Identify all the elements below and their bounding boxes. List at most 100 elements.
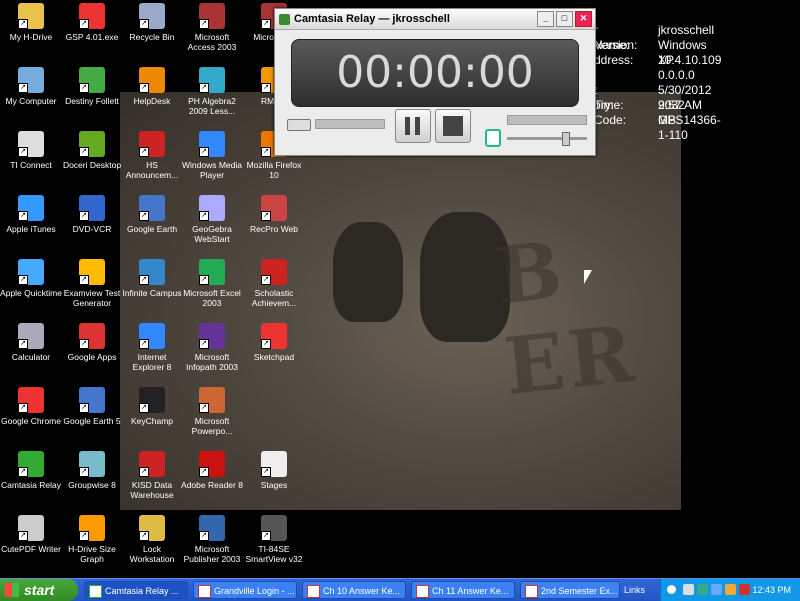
desktop-icon-my-h-drive[interactable]: ↗ My H-Drive xyxy=(0,3,62,42)
task-ch10[interactable]: Ch 10 Answer Ke... xyxy=(302,581,406,599)
desktop-icon-gsp[interactable]: ↗ GSP 4.01.exe xyxy=(61,3,123,42)
desktop-icon-ti84[interactable]: ↗ TI-84SE SmartView v32 xyxy=(243,515,305,564)
task-label: Grandville Login - ... xyxy=(214,586,295,596)
tray-app-icon[interactable] xyxy=(683,584,694,595)
stop-icon xyxy=(443,116,463,136)
desktop-icon-hs-announce[interactable]: ↗ HS Announcem... xyxy=(121,131,183,180)
taskbar-clock[interactable]: 12:43 PM xyxy=(752,579,791,601)
desktop-icon-camtasia-relay[interactable]: ↗ Camtasia Relay xyxy=(0,451,62,490)
desktop-icon-itunes[interactable]: ↗ Apple iTunes xyxy=(0,195,62,234)
desktop-icon-adobe-reader[interactable]: ↗ Adobe Reader 8 xyxy=(181,451,243,490)
wallpaper-sand-writing: B ER xyxy=(490,224,642,413)
desktop-icon-stages[interactable]: ↗ Stages xyxy=(243,451,305,490)
start-button[interactable]: start xyxy=(0,579,78,601)
tray-app-icon[interactable] xyxy=(697,584,708,595)
desktop-icon-kisd[interactable]: ↗ KISD Data Warehouse xyxy=(121,451,183,500)
tray-app-icon[interactable] xyxy=(739,584,750,595)
camtasia-relay-window[interactable]: Camtasia Relay — jkrosschell _ □ ✕ 00:00… xyxy=(274,8,596,156)
desktop-icon-dvd-vcr[interactable]: ↗ DVD-VCR xyxy=(61,195,123,234)
task-exam[interactable]: 2nd Semester Ex... xyxy=(520,581,620,599)
tray-app-icon[interactable] xyxy=(725,584,736,595)
desktop-icon-label: Internet Explorer 8 xyxy=(132,352,172,372)
desktop-icon-geogebra[interactable]: ↗ GeoGebra WebStart xyxy=(181,195,243,244)
task-camtasia[interactable]: Camtasia Relay ... xyxy=(84,581,188,599)
desktop-icon-label: Microsoft Powerpo... xyxy=(191,416,233,436)
camtasia-icon xyxy=(279,13,290,25)
desktop-icon-label: Apple iTunes xyxy=(6,224,56,234)
ti84-icon: ↗ xyxy=(261,515,287,541)
minimize-button[interactable]: _ xyxy=(537,11,554,27)
desktop-icon-google-apps[interactable]: ↗ Google Apps xyxy=(61,323,123,362)
tray-expand-icon[interactable] xyxy=(667,585,676,594)
task-ch11[interactable]: Ch 11 Answer Ke... xyxy=(411,581,515,599)
video-level-bar xyxy=(315,119,385,129)
task-grandville[interactable]: Grandville Login - ... xyxy=(193,581,297,599)
desktop-icon-scholastic[interactable]: ↗ Scholastic Achievem... xyxy=(243,259,305,308)
task-label: 2nd Semester Ex... xyxy=(541,586,618,596)
sysinfo-label: ory: xyxy=(594,98,615,112)
start-label: start xyxy=(24,582,55,598)
desktop-icon-recpro[interactable]: ↗ RecPro Web xyxy=(243,195,305,234)
desktop-icon-google-earth[interactable]: ↗ Google Earth xyxy=(121,195,183,234)
links-toolbar[interactable]: Links xyxy=(624,579,645,601)
desktop-icon-helpdesk[interactable]: ↗ HelpDesk xyxy=(121,67,183,106)
shortcut-arrow-icon: ↗ xyxy=(79,531,89,541)
desktop-icon-chrome[interactable]: ↗ Google Chrome xyxy=(0,387,62,426)
desktop-icon-wmp[interactable]: ↗ Windows Media Player xyxy=(181,131,243,180)
desktop-icon-recycle-bin[interactable]: ↗ Recycle Bin xyxy=(121,3,183,42)
mouse-cursor xyxy=(584,270,592,284)
system-tray: 12:43 PM xyxy=(660,579,800,601)
desktop-icon-calculator[interactable]: ↗ Calculator xyxy=(0,323,62,362)
desktop-icon-ms-infopath[interactable]: ↗ Microsoft Infopath 2003 xyxy=(181,323,243,372)
desktop-icon-label: TI-84SE SmartView v32 xyxy=(245,544,303,564)
desktop-icon-label: CutePDF Writer xyxy=(1,544,61,554)
my-h-drive-icon: ↗ xyxy=(18,3,44,29)
desktop-icon-my-computer[interactable]: ↗ My Computer xyxy=(0,67,62,106)
desktop-icon-infinite-campus[interactable]: ↗ Infinite Campus xyxy=(121,259,183,298)
tray-app-icon[interactable] xyxy=(711,584,722,595)
desktop-icon-destiny[interactable]: ↗ Destiny Follett xyxy=(61,67,123,106)
desktop-icon-h-drive-size[interactable]: ↗ H-Drive Size Graph xyxy=(61,515,123,564)
shortcut-arrow-icon: ↗ xyxy=(18,275,28,285)
mic-volume-slider[interactable] xyxy=(507,132,587,146)
shortcut-arrow-icon: ↗ xyxy=(139,339,149,349)
infinite-campus-icon: ↗ xyxy=(139,259,165,285)
mic-volume-thumb[interactable] xyxy=(562,132,570,146)
maximize-button[interactable]: □ xyxy=(556,11,573,27)
recycle-bin-icon: ↗ xyxy=(139,3,165,29)
desktop-icon-quicktime[interactable]: ↗ Apple Quicktime xyxy=(0,259,62,298)
desktop-icon-lock-workstation[interactable]: ↗ Lock Workstation xyxy=(121,515,183,564)
dvd-vcr-icon: ↗ xyxy=(79,195,105,221)
close-button[interactable]: ✕ xyxy=(575,11,592,27)
desktop-icon-label: Recycle Bin xyxy=(129,32,175,42)
desktop-icon-label: Scholastic Achievem... xyxy=(251,288,297,308)
desktop-icon-label: Windows Media Player xyxy=(182,160,242,180)
desktop-icon-ms-access[interactable]: ↗ Microsoft Access 2003 xyxy=(181,3,243,52)
desktop-icon-sketchpad[interactable]: ↗ Sketchpad xyxy=(243,323,305,362)
shortcut-arrow-icon: ↗ xyxy=(139,275,149,285)
stages-icon: ↗ xyxy=(261,451,287,477)
desktop-icon-doceri[interactable]: ↗ Doceri Desktop xyxy=(61,131,123,170)
shortcut-arrow-icon: ↗ xyxy=(79,339,89,349)
pause-button[interactable] xyxy=(395,109,431,143)
desktop-icon-ms-publisher[interactable]: ↗ Microsoft Publisher 2003 xyxy=(181,515,243,564)
ms-access-icon: ↗ xyxy=(199,3,225,29)
desktop-icon-google-earth-5[interactable]: ↗ Google Earth 5 xyxy=(61,387,123,426)
chrome-icon: ↗ xyxy=(18,387,44,413)
examview-icon: ↗ xyxy=(79,259,105,285)
desktop-icon-ie8[interactable]: ↗ Internet Explorer 8 xyxy=(121,323,183,372)
desktop-icon-groupwise[interactable]: ↗ Groupwise 8 xyxy=(61,451,123,490)
desktop-icon-cutepdf[interactable]: ↗ CutePDF Writer xyxy=(0,515,62,554)
sysinfo-value: 0.0.0.0 xyxy=(658,68,695,82)
desktop-icon-ph-algebra[interactable]: ↗ PH Algebra2 2009 Less... xyxy=(181,67,243,116)
stop-button[interactable] xyxy=(435,109,471,143)
desktop-icon-ti-connect[interactable]: ↗ TI Connect xyxy=(0,131,62,170)
desktop-icon-ms-excel[interactable]: ↗ Microsoft Excel 2003 xyxy=(181,259,243,308)
window-titlebar[interactable]: Camtasia Relay — jkrosschell _ □ ✕ xyxy=(275,9,595,30)
wallpaper-child-left xyxy=(333,222,403,322)
doceri-icon: ↗ xyxy=(79,131,105,157)
desktop-icon-examview[interactable]: ↗ Examview Test Generator xyxy=(61,259,123,308)
desktop-icon-label: Mozilla Firefox 10 xyxy=(246,160,302,180)
desktop-icon-ms-powerpoint[interactable]: ↗ Microsoft Powerpo... xyxy=(181,387,243,436)
desktop-icon-keychamp[interactable]: ↗ KeyChamp xyxy=(121,387,183,426)
